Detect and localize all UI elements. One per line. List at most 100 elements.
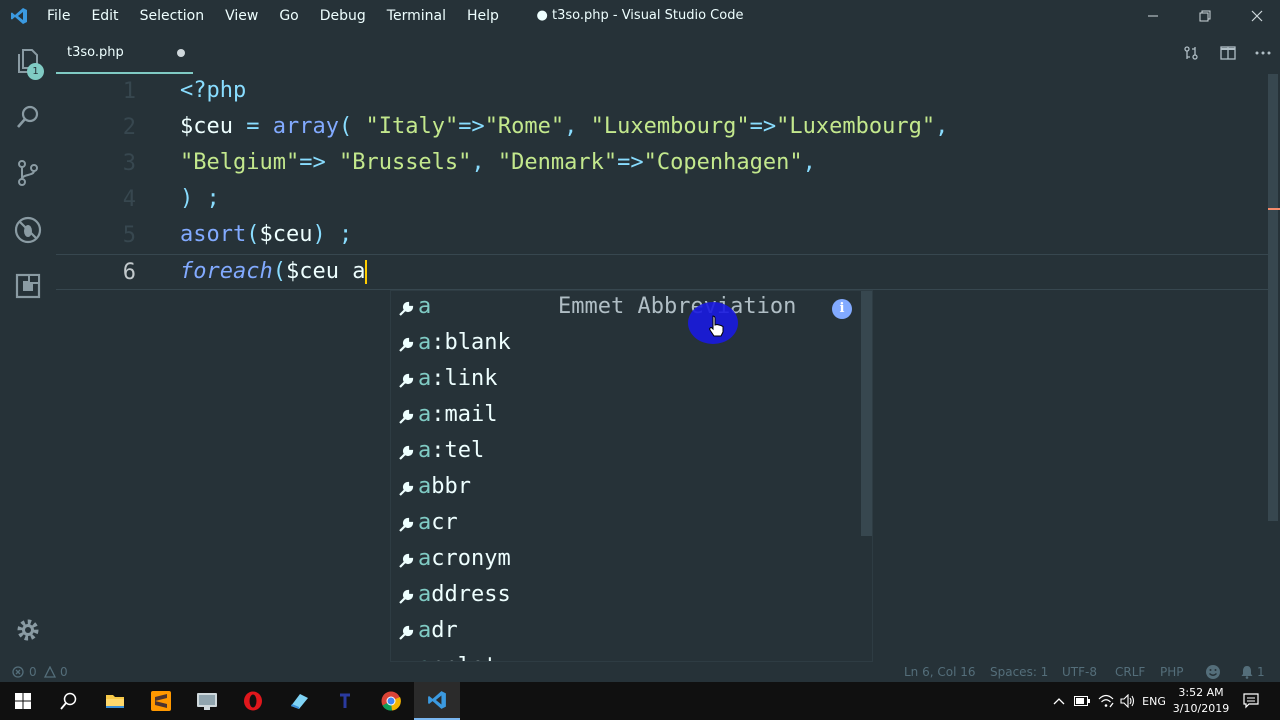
wifi-tray-button[interactable] <box>1096 682 1116 720</box>
close-window-button[interactable] <box>1234 0 1280 32</box>
close-icon <box>1251 10 1263 22</box>
split-editor-button[interactable] <box>1210 32 1246 74</box>
activity-bar: 1 <box>0 32 56 662</box>
suggestion-rest: bbr <box>431 474 471 499</box>
code-token: $ceu <box>259 222 313 247</box>
split-editor-icon <box>1220 46 1236 60</box>
suggestion-item[interactable]: acr <box>391 507 861 543</box>
wrench-icon <box>399 481 414 496</box>
sublime-text-button[interactable] <box>138 682 184 720</box>
line-number: 4 <box>122 187 136 212</box>
code-token: "Rome" <box>484 114 565 139</box>
wrench-icon <box>399 445 414 460</box>
editor-scrollbar-thumb[interactable] <box>1268 74 1278 521</box>
suggestion-item[interactable]: a Emmet Abbreviation i <box>391 291 861 327</box>
opera-button[interactable] <box>230 682 276 720</box>
folder-icon <box>106 695 124 708</box>
input-language-button[interactable]: ENG <box>1140 682 1168 720</box>
current-code-line: 6 foreach($ceu a <box>56 254 1268 290</box>
code-token: "Belgium" <box>180 150 300 175</box>
code-token: "Copenhagen" <box>643 150 803 175</box>
action-center-button[interactable] <box>1236 682 1266 720</box>
more-actions-button[interactable] <box>1246 32 1280 74</box>
suggestion-item[interactable]: abbr <box>391 471 861 507</box>
language-mode[interactable]: PHP <box>1160 665 1184 679</box>
code-line: 2 $ceu = array( "Italy"=>"Rome", "Luxemb… <box>56 110 1268 146</box>
chrome-button[interactable] <box>368 682 414 720</box>
wrench-icon <box>399 625 414 640</box>
suggestion-match: a <box>418 438 432 463</box>
minimize-button[interactable] <box>1130 0 1176 32</box>
code-token: ) ; <box>312 222 353 247</box>
open-changes-button[interactable] <box>1172 32 1210 74</box>
suggestion-rest: ddress <box>431 582 511 607</box>
volume-tray-button[interactable] <box>1118 682 1138 720</box>
extensions-button[interactable] <box>11 269 45 303</box>
app-button[interactable] <box>184 682 230 720</box>
source-control-button[interactable] <box>11 156 45 190</box>
app-button[interactable] <box>322 682 368 720</box>
vscode-taskbar-button[interactable] <box>414 682 460 720</box>
suggestion-match: a <box>418 366 432 391</box>
feedback-smiley-icon[interactable] <box>1205 664 1221 680</box>
suggestion-item[interactable]: applet <box>391 651 861 661</box>
bell-icon[interactable] <box>1240 665 1254 679</box>
window-title: ● t3so.php - Visual Studio Code <box>536 8 744 23</box>
indentation-setting[interactable]: Spaces: 1 <box>990 665 1048 679</box>
suggest-scrollbar[interactable] <box>861 291 872 536</box>
encoding-setting[interactable]: UTF-8 <box>1062 665 1097 679</box>
code-line: 1 <?php <box>56 74 1268 110</box>
file-explorer-button[interactable] <box>92 682 138 720</box>
error-icon[interactable] <box>12 666 24 678</box>
warning-icon[interactable] <box>44 666 56 678</box>
suggestion-match: a <box>418 510 432 535</box>
eol-setting[interactable]: CRLF <box>1115 665 1145 679</box>
warning-count[interactable]: 0 <box>60 665 68 679</box>
suggestion-rest: cr <box>431 510 458 535</box>
line-number: 5 <box>122 223 136 248</box>
suggest-widget: a Emmet Abbreviation i a:blank a:link a:… <box>390 290 873 662</box>
code-token: , <box>564 114 591 139</box>
error-count[interactable]: 0 <box>29 665 37 679</box>
search-icon <box>60 692 77 710</box>
code-line: 4 ) ; <box>56 182 1268 218</box>
suggestion-item[interactable]: adr <box>391 615 861 651</box>
search-view-button[interactable] <box>11 100 45 134</box>
unsaved-dot-icon[interactable] <box>177 49 185 57</box>
suggestion-match: a <box>418 618 432 643</box>
notification-count[interactable]: 1 <box>1257 665 1265 679</box>
suggestion-rest: :tel <box>431 438 485 463</box>
manage-button[interactable] <box>11 613 45 647</box>
wrench-icon <box>399 409 414 424</box>
gear-icon <box>17 619 39 641</box>
vscode-logo-icon <box>428 691 446 709</box>
code-token: => <box>749 114 777 139</box>
suggestion-item[interactable]: a:blank <box>391 327 861 363</box>
clock-time: 3:52 AM <box>1178 686 1224 699</box>
code-token: , <box>471 150 498 175</box>
code-token: $ceu <box>285 259 353 284</box>
suggestion-item[interactable]: a:mail <box>391 399 861 435</box>
battery-tray-button[interactable] <box>1072 682 1092 720</box>
suggestion-item[interactable]: address <box>391 579 861 615</box>
suggestion-item[interactable]: a:link <box>391 363 861 399</box>
restore-button[interactable] <box>1182 0 1228 32</box>
text-app-icon <box>340 693 350 708</box>
app-button[interactable] <box>276 682 322 720</box>
line-number: 1 <box>122 79 136 104</box>
taskbar-clock[interactable]: 3:52 AM 3/10/2019 <box>1170 685 1232 717</box>
show-hidden-icons-button[interactable] <box>1050 682 1068 720</box>
wrench-icon <box>399 373 414 388</box>
debug-view-button[interactable] <box>11 213 45 247</box>
taskbar-search-button[interactable] <box>46 682 92 720</box>
code-token: => <box>617 150 644 175</box>
suggestion-rest: pplet <box>431 654 497 661</box>
more-icon <box>1255 51 1271 55</box>
cursor-position[interactable]: Ln 6, Col 16 <box>904 665 976 679</box>
start-button[interactable] <box>0 682 46 720</box>
open-changes-icon <box>1184 46 1198 60</box>
suggestion-item[interactable]: a:tel <box>391 435 861 471</box>
tab-t3so-php[interactable]: t3so.php <box>56 32 193 74</box>
suggestion-item[interactable]: acronym <box>391 543 861 579</box>
info-icon[interactable]: i <box>832 299 852 319</box>
